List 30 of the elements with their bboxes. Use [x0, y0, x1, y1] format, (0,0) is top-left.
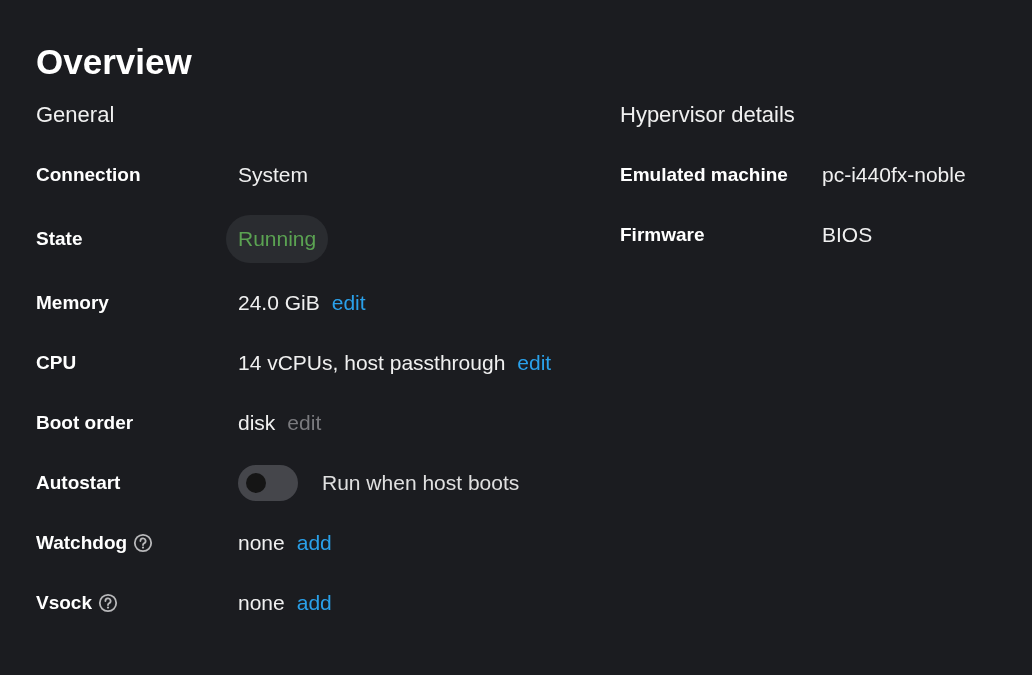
toggle-switch[interactable] [238, 465, 298, 501]
field-value: none [238, 591, 285, 615]
field-value: 24.0 GiB [238, 291, 320, 315]
action-link[interactable]: add [296, 531, 332, 555]
action-link[interactable]: add [296, 591, 332, 615]
field-value: 14 vCPUs, host passthrough [238, 351, 506, 375]
help-icon[interactable] [98, 593, 118, 613]
field-label: Boot order [36, 412, 134, 434]
field-value: pc-i440fx-noble [822, 163, 966, 187]
field-label: Autostart [36, 472, 121, 494]
field-label: Emulated machine [620, 164, 788, 186]
field-label: State [36, 228, 83, 250]
field-label: Memory [36, 292, 109, 314]
help-icon[interactable] [133, 533, 154, 553]
section-heading: Hypervisor details [620, 101, 796, 129]
field-value: none [238, 531, 285, 555]
field-value: BIOS [822, 223, 873, 247]
status-badge: Running [226, 215, 329, 263]
field-label: Firmware [620, 224, 705, 246]
toggle-label: Run when host boots [322, 471, 520, 495]
field-label: CPU [36, 352, 77, 374]
field-label: Vsock [36, 592, 92, 614]
field-value: disk [238, 411, 276, 435]
field-value: System [238, 163, 308, 187]
field-label: Watchdog [36, 532, 128, 554]
action-link[interactable]: edit [331, 291, 366, 315]
section-heading: General [36, 101, 116, 129]
action-link[interactable]: edit [517, 351, 552, 375]
page-title: Overview [36, 41, 193, 83]
field-label: Connection [36, 164, 141, 186]
